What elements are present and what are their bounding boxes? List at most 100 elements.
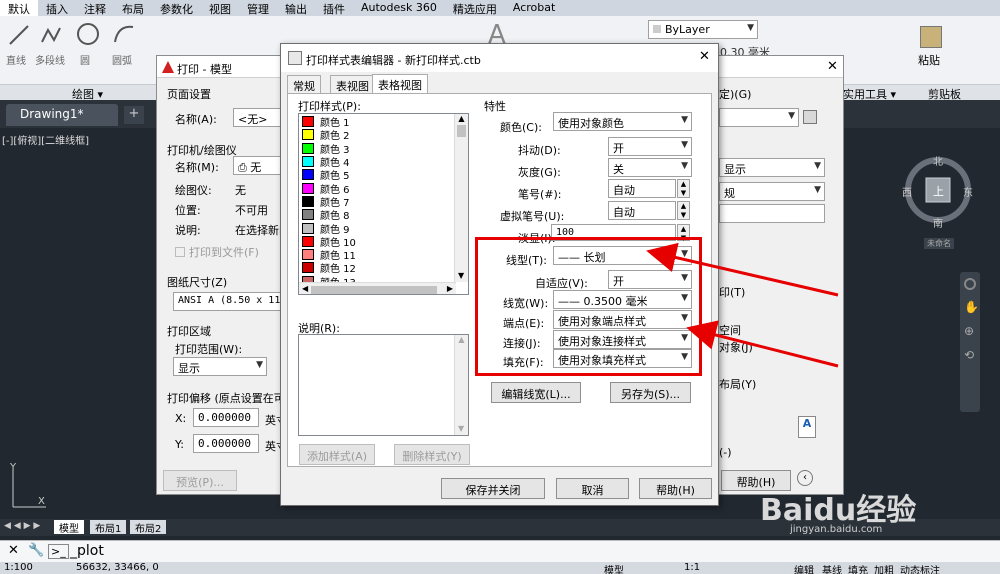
plot-styles-list[interactable]: 颜色 1 颜色 2 颜色 3 颜色 4 颜色 5 颜色 6 颜色 7 颜色 8 颜色 9 颜色 1…: [298, 113, 469, 295]
plot-style-row[interactable]: 颜色 6: [299, 181, 468, 196]
plot-style-combo[interactable]: ▼: [719, 108, 799, 127]
save-and-close-button[interactable]: 保存并关闭: [441, 478, 545, 499]
pan-icon[interactable]: ✋: [964, 300, 979, 314]
styles-scrollbar[interactable]: ▲ ▼: [454, 114, 468, 282]
viewport-label[interactable]: [-][俯视][二维线框]: [2, 132, 89, 147]
plot-to-file-checkbox[interactable]: 打印到文件(F): [175, 244, 259, 260]
plot-style-row[interactable]: 颜色 9: [299, 221, 468, 236]
layout-tab-1[interactable]: 布局1: [90, 520, 127, 535]
annotation-scale[interactable]: 1:1: [684, 562, 700, 573]
layout-nav-icon[interactable]: ◀ ◀ ▶ ▶: [4, 521, 40, 531]
ribbon-tab-parametric[interactable]: 参数化: [152, 0, 201, 16]
document-tab[interactable]: Drawing1*: [6, 104, 118, 126]
grayscale-combo[interactable]: 关 ▼: [608, 158, 692, 177]
delete-style-button[interactable]: 删除样式(Y): [394, 444, 470, 465]
ribbon-tab-view[interactable]: 视图: [201, 0, 239, 16]
pen-number-spinner[interactable]: ▲ ▼: [677, 179, 690, 198]
ribbon-tab-layout[interactable]: 布局: [114, 0, 152, 16]
paper-size-combo[interactable]: ANSI A (8.50 x 11.0: [173, 292, 283, 311]
status-btn-dim[interactable]: 动态标注: [900, 562, 940, 574]
ribbon-tab-insert[interactable]: 插入: [38, 0, 76, 16]
plot-style-row[interactable]: 颜色 1: [299, 115, 468, 129]
status-btn-baseline[interactable]: 基线: [822, 562, 842, 574]
x-offset-field[interactable]: 0.000000: [193, 408, 259, 427]
plot-style-row[interactable]: 颜色 8: [299, 208, 468, 222]
status-btn-fill[interactable]: 填充: [848, 562, 868, 574]
zoom-icon[interactable]: ⊕: [964, 324, 976, 338]
desc-scroll-up-icon[interactable]: ▲: [455, 335, 468, 344]
add-style-button[interactable]: 添加样式(A): [299, 444, 375, 465]
plot-style-row[interactable]: 颜色 4: [299, 155, 468, 169]
hscroll-thumb[interactable]: [311, 286, 437, 294]
layer-combo[interactable]: ByLayer ▼: [648, 20, 758, 39]
plot-style-row[interactable]: 颜色 10: [299, 235, 468, 249]
ribbon-tab-plugins[interactable]: 插件: [315, 0, 353, 16]
dither-combo[interactable]: 开 ▼: [608, 137, 692, 156]
ucs-label[interactable]: 未命名: [924, 238, 954, 249]
layout-tab-2[interactable]: 布局2: [130, 520, 167, 535]
orbit-icon[interactable]: ⟲: [964, 348, 976, 362]
command-line[interactable]: ✕ 🔧 >_ _plot: [0, 540, 1000, 562]
cancel-button[interactable]: 取消: [556, 478, 629, 499]
circle-tool-icon[interactable]: [76, 22, 100, 46]
tab-general[interactable]: 常规: [287, 75, 321, 93]
scroll-up-icon[interactable]: ▲: [455, 114, 468, 123]
ribbon-tab-a360[interactable]: Autodesk 360: [353, 0, 445, 16]
color-combo[interactable]: 使用对象颜色 ▼: [553, 112, 692, 131]
description-scrollbar[interactable]: ▲ ▼: [454, 335, 468, 435]
virtual-pen-spinner[interactable]: ▲ ▼: [677, 201, 690, 220]
desc-scroll-down-icon[interactable]: ▼: [458, 424, 464, 433]
plot-style-row[interactable]: 颜色 7: [299, 195, 468, 209]
scroll-left-icon[interactable]: ◀: [302, 284, 308, 293]
polyline-tool-icon[interactable]: [40, 24, 62, 46]
description-textbox[interactable]: ▲ ▼: [298, 334, 469, 436]
command-text[interactable]: _plot: [70, 543, 104, 559]
paste-icon[interactable]: [920, 26, 942, 48]
close-cmd-icon[interactable]: ✕: [8, 543, 19, 558]
styles-hscrollbar[interactable]: ◀ ▶: [299, 282, 456, 294]
plot-style-row[interactable]: 颜色 3: [299, 142, 468, 156]
plot-style-row[interactable]: 颜色 5: [299, 168, 468, 182]
plot-style-row[interactable]: 颜色 12: [299, 261, 468, 275]
page-setup-name-combo[interactable]: <无>: [233, 108, 281, 127]
viewcube-south[interactable]: 南: [933, 215, 943, 230]
tab-table-view[interactable]: 表视图: [330, 75, 375, 93]
preview-button[interactable]: 预览(P)...: [163, 470, 237, 491]
arc-tool-icon[interactable]: [112, 22, 136, 46]
plot-style-row[interactable]: 颜色 2: [299, 128, 468, 142]
edit-plot-style-icon[interactable]: [803, 110, 817, 124]
viewcube-top[interactable]: 上: [933, 183, 944, 199]
quality-combo[interactable]: 规 ▼: [719, 182, 825, 201]
new-tab-button[interactable]: +: [124, 106, 144, 124]
status-btn-edit[interactable]: 编辑: [794, 562, 814, 574]
status-btn-bold[interactable]: 加粗: [874, 562, 894, 574]
virtual-pen-field[interactable]: 自动: [608, 201, 676, 220]
scroll-thumb[interactable]: [457, 125, 466, 137]
tab-form-view[interactable]: 表格视图: [372, 74, 428, 93]
viewcube-west[interactable]: 西: [902, 184, 912, 199]
upside-down-option[interactable]: (-): [719, 446, 732, 459]
shaded-viewport-combo[interactable]: 显示 ▼: [719, 158, 825, 177]
scroll-right-icon[interactable]: ▶: [447, 284, 453, 293]
plot-style-row[interactable]: 颜色 11: [299, 248, 468, 262]
viewcube-north[interactable]: 北: [933, 153, 943, 168]
layout-tab-model[interactable]: 模型: [54, 520, 84, 535]
y-offset-field[interactable]: 0.000000: [193, 434, 259, 453]
plot-range-combo[interactable]: 显示 ▼: [173, 357, 267, 376]
editor-help-button[interactable]: 帮助(H): [639, 478, 712, 499]
ribbon-tab-acrobat[interactable]: Acrobat: [505, 0, 563, 16]
dpi-field[interactable]: [719, 204, 825, 223]
ribbon-tab-featured[interactable]: 精选应用: [445, 0, 505, 16]
line-tool-icon[interactable]: [8, 24, 30, 46]
scroll-down-icon[interactable]: ▼: [458, 271, 464, 280]
model-space-button[interactable]: 模型: [604, 562, 624, 574]
scale-display[interactable]: 1:100: [4, 562, 33, 573]
steering-wheel-icon[interactable]: [964, 278, 976, 290]
editor-close-icon[interactable]: ✕: [699, 49, 710, 64]
ribbon-tab-annotate[interactable]: 注释: [76, 0, 114, 16]
wrench-icon[interactable]: 🔧: [28, 543, 44, 558]
pen-number-field[interactable]: 自动: [608, 179, 676, 198]
save-as-button[interactable]: 另存为(S)...: [610, 382, 691, 403]
ribbon-tab-manage[interactable]: 管理: [239, 0, 277, 16]
edit-lineweights-button[interactable]: 编辑线宽(L)...: [491, 382, 581, 403]
